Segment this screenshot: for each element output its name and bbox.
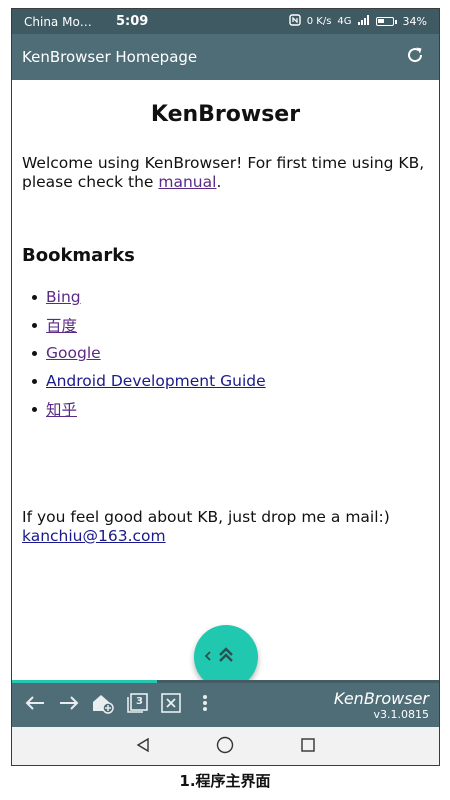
arrow-left-icon [24, 695, 46, 715]
page-heading: KenBrowser [150, 102, 301, 127]
close-tab-icon [160, 692, 182, 718]
brand-block: KenBrowser v3.1.0815 [334, 689, 433, 721]
bookmarks-list: Bing 百度 Google Android Development Guide… [22, 283, 429, 423]
status-bar: China Mo… 5:09 0 K/s 4G 34% [12, 9, 439, 34]
figure-caption: 1.程序主界面 [179, 772, 271, 790]
bullet-icon [32, 378, 37, 384]
carrier-label: China Mo… [24, 14, 92, 29]
circle-home-icon [216, 736, 234, 758]
welcome-text: Welcome using KenBrowser! For first time… [22, 154, 429, 192]
phone-screen: China Mo… 5:09 0 K/s 4G 34% KenBrowser H… [11, 8, 440, 766]
chevron-double-up-icon [215, 644, 237, 670]
list-item: 知乎 [22, 395, 429, 423]
bookmark-link-zhihu[interactable]: 知乎 [46, 398, 77, 420]
battery-level: 34% [402, 15, 427, 28]
signal-label: 4G [337, 16, 352, 27]
page-title-bar: KenBrowser Homepage [22, 48, 198, 66]
list-item: 百度 [22, 311, 429, 339]
list-item: Bing [22, 283, 429, 311]
bookmark-link-google[interactable]: Google [46, 344, 101, 362]
system-back-button[interactable] [128, 732, 158, 762]
more-menu-button[interactable] [188, 688, 222, 722]
signal-icon [357, 15, 370, 28]
battery-tip [394, 19, 397, 24]
mail-text: If you feel good about KB, just drop me … [22, 508, 390, 526]
bullet-icon [32, 350, 37, 356]
app-bar: KenBrowser Homepage [12, 34, 439, 80]
system-nav-bar [12, 727, 439, 765]
chevron-left-icon [204, 650, 212, 664]
refresh-icon [405, 45, 425, 69]
bullet-icon [32, 294, 37, 300]
system-home-button[interactable] [210, 732, 240, 762]
system-recents-button[interactable] [293, 732, 323, 762]
welcome-text-part2: . [216, 173, 222, 191]
more-vert-icon [202, 693, 208, 717]
arrow-right-icon [58, 695, 80, 715]
mail-line: kanchiu@163.com [22, 527, 429, 546]
nfc-icon [289, 14, 301, 29]
status-time: 5:09 [116, 14, 149, 29]
bookmark-link-baidu[interactable]: 百度 [46, 314, 77, 336]
status-icons: 0 K/s 4G 34% [289, 14, 427, 29]
bookmarks-heading: Bookmarks [22, 245, 135, 266]
home-add-icon [91, 692, 115, 718]
forward-button[interactable] [52, 688, 86, 722]
bullet-icon [32, 322, 37, 328]
close-tab-button[interactable] [154, 688, 188, 722]
manual-link[interactable]: manual [158, 173, 216, 191]
tabs-button[interactable]: 3 [120, 688, 154, 722]
battery-icon [375, 17, 394, 26]
square-recents-icon [300, 737, 316, 757]
add-to-home-button[interactable] [86, 688, 120, 722]
refresh-button[interactable] [401, 43, 429, 71]
list-item: Google [22, 339, 429, 367]
brand-name: KenBrowser [333, 689, 429, 708]
bullet-icon [32, 406, 37, 412]
mail-link[interactable]: kanchiu@163.com [22, 527, 166, 545]
tabs-count: 3 [136, 696, 143, 707]
app-version: v3.1.0815 [373, 708, 430, 721]
list-item: Android Development Guide [22, 367, 429, 395]
back-button[interactable] [18, 688, 52, 722]
network-speed: 0 K/s [306, 16, 332, 27]
triangle-back-icon [135, 737, 151, 757]
bookmark-link-android-guide[interactable]: Android Development Guide [46, 372, 266, 390]
bookmark-link-bing[interactable]: Bing [46, 288, 81, 306]
bottom-toolbar: 3 KenBrowser v3.1.0815 [12, 683, 439, 727]
welcome-text-part1: Welcome using KenBrowser! For first time… [22, 154, 425, 191]
web-content: KenBrowser Welcome using KenBrowser! For… [12, 80, 439, 682]
